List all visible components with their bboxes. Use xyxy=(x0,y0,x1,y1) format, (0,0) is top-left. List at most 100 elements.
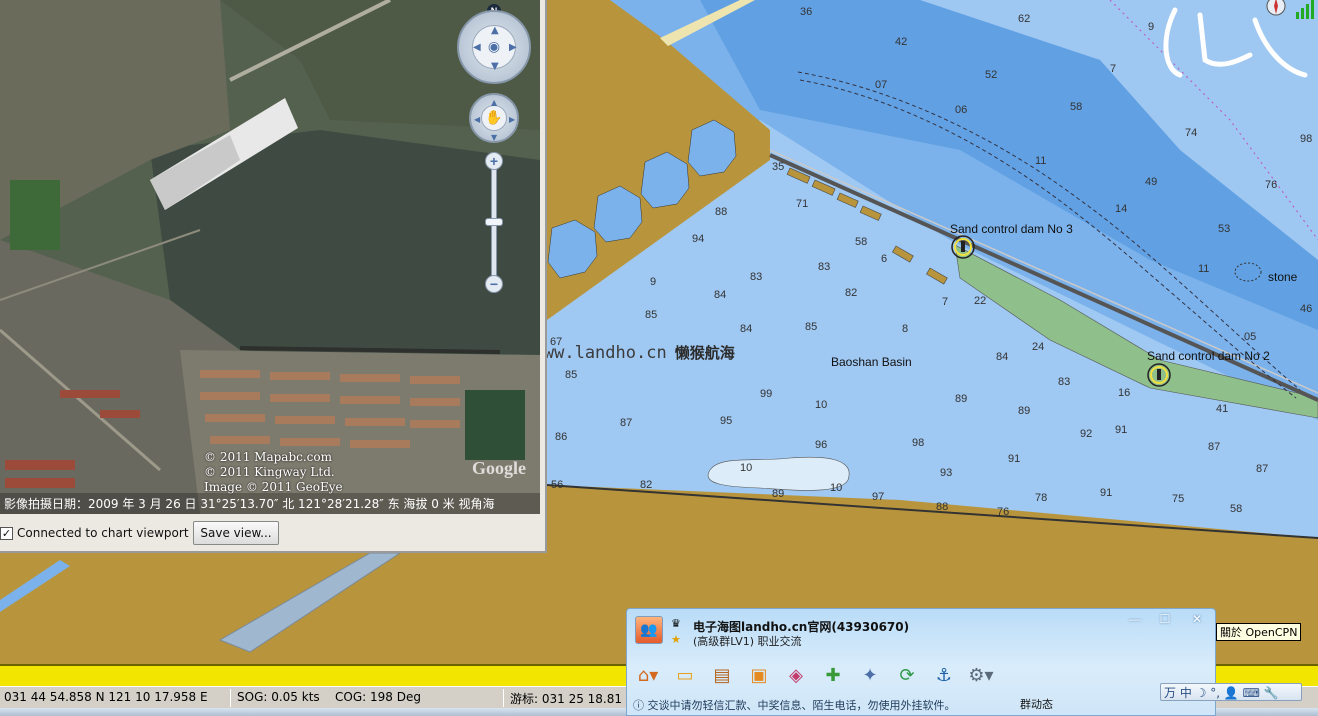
svg-text:58: 58 xyxy=(1230,503,1242,515)
add-icon[interactable]: ✚ xyxy=(818,660,848,690)
group-avatar[interactable]: 👥 xyxy=(635,616,663,644)
svg-text:6: 6 xyxy=(881,253,887,265)
svg-text:98: 98 xyxy=(912,437,924,449)
svg-text:98: 98 xyxy=(1300,133,1312,145)
svg-text:06: 06 xyxy=(955,104,967,116)
svg-text:83: 83 xyxy=(750,271,762,283)
pan-left-arrow-icon[interactable]: ◀ xyxy=(474,115,480,125)
svg-text:76: 76 xyxy=(997,506,1009,518)
svg-text:96: 96 xyxy=(815,439,827,451)
svg-text:83: 83 xyxy=(818,261,830,273)
svg-text:82: 82 xyxy=(845,287,857,299)
zoom-out-button[interactable]: − xyxy=(485,275,503,293)
look-left-arrow-icon[interactable]: ◀ xyxy=(473,43,481,53)
satellite-imagery xyxy=(0,0,540,514)
look-down-arrow-icon[interactable]: ▼ xyxy=(491,62,499,72)
pan-control[interactable]: ✋ ▲ ▼ ◀ ▶ xyxy=(469,93,519,143)
svg-text:85: 85 xyxy=(565,369,577,381)
about-opencpn-tooltip: 關於 OpenCPN xyxy=(1216,623,1302,641)
svg-text:87: 87 xyxy=(1208,441,1220,453)
look-around-control[interactable]: ◉ ▲ ▼ ◀ ▶ xyxy=(457,10,531,84)
status-separator xyxy=(230,689,231,707)
connected-option[interactable]: ✓ Connected to chart viewport xyxy=(0,526,189,540)
svg-text:74: 74 xyxy=(1185,127,1197,139)
shop-icon[interactable]: ◈ xyxy=(781,660,811,690)
lighthouse-marker-dam2[interactable] xyxy=(1147,363,1171,387)
satellite-view[interactable]: N ◉ ▲ ▼ ◀ ▶ ✋ ▲ ▼ ◀ ▶ + − © 2011 Mapa xyxy=(0,0,540,514)
ime-status-text[interactable]: 万 中 ☽ °, 👤 ⌨ 🔧 xyxy=(1164,684,1279,701)
label-stone: stone xyxy=(1268,270,1298,284)
svg-text:85: 85 xyxy=(805,321,817,333)
svg-text:41: 41 xyxy=(1216,403,1228,415)
safety-notice: ⓘ 交谈中请勿轻信汇款、中奖信息、陌生电话，勿使用外挂软件。 xyxy=(633,699,956,712)
pan-down-arrow-icon[interactable]: ▼ xyxy=(491,133,497,143)
pan-right-arrow-icon[interactable]: ▶ xyxy=(509,115,515,125)
hand-icon: ✋ xyxy=(485,110,503,126)
save-view-button[interactable]: Save view... xyxy=(193,521,279,545)
status-cog: COG: 198 Deg xyxy=(335,690,421,704)
svg-text:14: 14 xyxy=(1115,203,1127,215)
svg-text:89: 89 xyxy=(955,393,967,405)
svg-text:94: 94 xyxy=(692,233,704,245)
svg-text:99: 99 xyxy=(760,388,772,400)
star-icon: ★ xyxy=(671,633,681,646)
google-earth-panel: N ◉ ▲ ▼ ◀ ▶ ✋ ▲ ▼ ◀ ▶ + − © 2011 Mapa xyxy=(0,0,547,553)
zoom-thumb[interactable] xyxy=(485,218,503,226)
svg-text:9: 9 xyxy=(1148,21,1154,33)
safety-notice-text: 交谈中请勿轻信汇款、中奖信息、陌生电话，勿使用外挂软件。 xyxy=(647,699,956,712)
qq-group-window[interactable]: 👥 ♛ ★ 电子海图landho.cn官网(43930670) (高级群LV1)… xyxy=(626,608,1216,716)
satellite-icon[interactable]: ✦ xyxy=(855,660,885,690)
status-separator xyxy=(503,689,504,707)
svg-text:75: 75 xyxy=(1172,493,1184,505)
label-baoshan-basin: Baoshan Basin xyxy=(831,355,912,369)
svg-text:85: 85 xyxy=(645,309,657,321)
svg-text:05: 05 xyxy=(1244,331,1256,343)
svg-text:35: 35 xyxy=(772,161,784,173)
maximize-button[interactable]: ☐ xyxy=(1154,611,1176,627)
svg-text:89: 89 xyxy=(772,488,784,500)
svg-text:49: 49 xyxy=(1145,176,1157,188)
notes-icon[interactable]: ▤ xyxy=(707,660,737,690)
compass-signal-icon[interactable] xyxy=(1266,0,1318,20)
group-status-label[interactable]: 群动态 xyxy=(1020,696,1053,712)
sync-icon[interactable]: ⟳ xyxy=(892,660,922,690)
folder-icon[interactable]: ▭ xyxy=(670,660,700,690)
svg-text:46: 46 xyxy=(1300,303,1312,315)
svg-text:92: 92 xyxy=(1080,428,1092,440)
lighthouse-marker-dam3[interactable] xyxy=(951,235,975,259)
minimize-button[interactable]: — xyxy=(1124,611,1146,627)
credit-geoeye: Image © 2011 GeoEye xyxy=(204,480,343,494)
svg-text:7: 7 xyxy=(942,296,948,308)
svg-text:58: 58 xyxy=(855,236,867,248)
svg-text:52: 52 xyxy=(985,69,997,81)
zoom-slider[interactable]: + − xyxy=(484,152,504,295)
close-button[interactable]: ✕ xyxy=(1186,611,1208,627)
settings-icon[interactable]: ⚙▾ xyxy=(966,660,996,690)
pan-up-arrow-icon[interactable]: ▲ xyxy=(491,98,497,108)
imagery-info-bar: 影像拍摄日期：2009 年 3 月 26 日 31°25′13.70″ 北 12… xyxy=(0,493,540,514)
svg-text:24: 24 xyxy=(1032,341,1044,353)
look-right-arrow-icon[interactable]: ▶ xyxy=(509,43,517,53)
eye-icon: ◉ xyxy=(487,39,501,55)
svg-text:88: 88 xyxy=(936,501,948,513)
connected-label: Connected to chart viewport xyxy=(17,526,189,540)
status-cursor-position: 游标: 031 25 18.81 xyxy=(510,692,623,706)
screen: 36 42 52 62 07 06 58 7 74 49 14 11 76 53 11 05 4… xyxy=(0,0,1318,716)
svg-text:76: 76 xyxy=(1265,179,1277,191)
input-method-bar[interactable]: 万 中 ☽ °, 👤 ⌨ 🔧 xyxy=(1160,683,1302,701)
credit-kingway: © 2011 Kingway Ltd. xyxy=(204,465,335,479)
svg-text:78: 78 xyxy=(1035,492,1047,504)
svg-text:91: 91 xyxy=(1008,453,1020,465)
connected-checkbox[interactable]: ✓ xyxy=(0,526,13,540)
svg-text:88: 88 xyxy=(715,206,727,218)
svg-text:97: 97 xyxy=(872,491,884,503)
app-icon[interactable]: ▣ xyxy=(744,660,774,690)
home-icon[interactable]: ⌂▾ xyxy=(633,660,663,690)
look-up-arrow-icon[interactable]: ▲ xyxy=(491,26,499,36)
crown-icon: ♛ xyxy=(671,617,681,630)
status-sog: SOG: 0.05 kts xyxy=(237,690,320,704)
svg-text:84: 84 xyxy=(714,289,726,301)
ship-icon[interactable]: ⚓ xyxy=(929,660,959,690)
google-earth-controls: ✓ Connected to chart viewport Save view.… xyxy=(0,518,545,548)
zoom-in-button[interactable]: + xyxy=(485,152,503,170)
